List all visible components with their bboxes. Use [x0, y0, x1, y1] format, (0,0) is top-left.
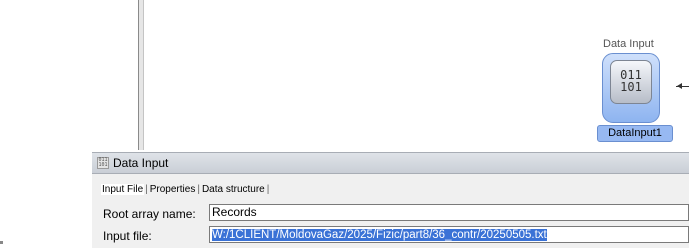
input-file-input[interactable]: W:/1CLIENT/MoldovaGaz/2025/Fizic/part8/3…: [209, 226, 689, 243]
canvas-splitter[interactable]: [138, 0, 144, 150]
data-input-panel: 011 101 Data Input Input File | Properties |…: [92, 152, 689, 248]
node-label[interactable]: DataInput1: [597, 125, 673, 142]
data-input-icon: 011 101: [97, 157, 109, 169]
tab-input-file[interactable]: Input File: [101, 184, 145, 195]
node-caption: Data Input: [603, 38, 654, 50]
root-array-label: Root array name:: [103, 207, 196, 221]
panel-tabs: Input File | Properties | Data structure |: [101, 184, 270, 198]
corner-mark: [0, 241, 3, 244]
panel-titlebar: 011 101 Data Input: [92, 152, 689, 174]
data-input-node[interactable]: 011 101: [602, 53, 660, 123]
tab-divider: |: [266, 184, 270, 195]
panel-title: Data Input: [113, 156, 169, 170]
input-file-label: Input file:: [103, 229, 152, 243]
root-array-value: Records: [212, 205, 257, 219]
root-array-input[interactable]: Records: [209, 204, 689, 221]
input-file-value: W:/1CLIENT/MoldovaGaz/2025/Fizic/part8/3…: [212, 229, 547, 241]
icon-line-2: 101: [620, 80, 642, 94]
tab-divider: |: [197, 184, 200, 195]
tab-data-structure[interactable]: Data structure: [201, 184, 266, 195]
tab-divider: |: [145, 184, 148, 195]
binary-data-icon: 011 101: [610, 60, 652, 104]
tab-properties[interactable]: Properties: [149, 184, 197, 195]
arrow-left-icon: [677, 83, 682, 89]
